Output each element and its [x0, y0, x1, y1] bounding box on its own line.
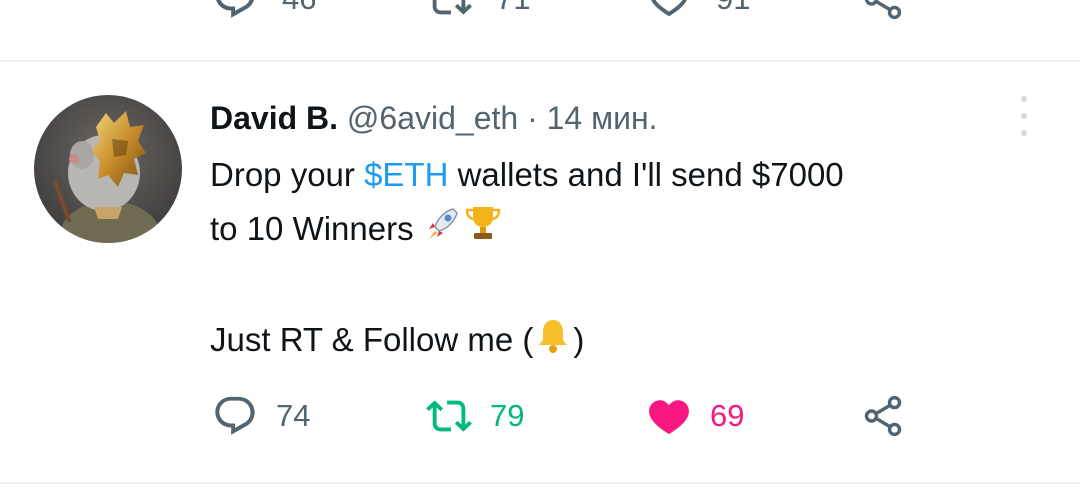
- rocket-emoji: [423, 203, 463, 259]
- retweet-count: 79: [490, 398, 525, 433]
- header-separator: ·: [527, 100, 538, 136]
- tweet-actions: 74 79 69: [0, 390, 1080, 442]
- retweet-button[interactable]: 79: [426, 390, 524, 442]
- previous-reply-button[interactable]: 46: [212, 0, 316, 28]
- tweet-line-1: Drop your $ETH wallets and I'll send $70…: [210, 148, 1030, 202]
- divider: [0, 482, 1080, 484]
- reply-count: 74: [276, 398, 311, 433]
- previous-share-button[interactable]: [860, 0, 906, 28]
- share-button[interactable]: [860, 390, 906, 442]
- author-name[interactable]: David B.: [210, 100, 338, 136]
- retweet-icon: [426, 400, 472, 432]
- divider: [0, 60, 1080, 62]
- bell-emoji: [533, 315, 573, 371]
- text-segment: wallets and I'll send $7000: [448, 156, 844, 193]
- more-dot: [1021, 130, 1027, 136]
- cashtag-link[interactable]: $ETH: [364, 156, 448, 193]
- share-icon: [864, 395, 902, 437]
- tweet-line-3: Just RT & Follow me (): [210, 313, 1030, 370]
- previous-tweet-actions: 46 71 91: [0, 0, 1080, 28]
- more-dot: [1021, 113, 1027, 119]
- avatar-image: [34, 95, 182, 243]
- text-segment: Drop your: [210, 156, 365, 193]
- like-count: 69: [710, 398, 745, 433]
- text-segment: to 10 Winners: [210, 210, 423, 247]
- avatar[interactable]: [34, 95, 182, 243]
- previous-retweet-count: 71: [496, 0, 530, 17]
- reply-button[interactable]: 74: [212, 390, 310, 442]
- previous-retweet-button[interactable]: 71: [426, 0, 530, 28]
- share-icon: [864, 0, 902, 20]
- text-segment: ): [573, 321, 585, 359]
- reply-icon: [216, 0, 254, 18]
- trophy-emoji: [463, 203, 503, 259]
- like-button[interactable]: 69: [646, 390, 744, 442]
- retweet-icon: [432, 0, 472, 15]
- like-icon: [649, 400, 689, 435]
- author-handle[interactable]: @6avid_eth: [347, 100, 518, 136]
- like-icon: [651, 0, 687, 17]
- timeline: 46 71 91: [0, 0, 1080, 500]
- tweet-header: David B. @6avid_eth · 14 мин.: [210, 96, 658, 140]
- previous-like-count: 91: [716, 0, 750, 17]
- text-segment: Just RT & Follow me (: [210, 321, 534, 359]
- more-icon[interactable]: [1012, 96, 1036, 136]
- more-dot: [1021, 96, 1027, 102]
- previous-reply-count: 46: [282, 0, 316, 17]
- reply-icon: [215, 396, 255, 435]
- tweet-text: Drop your $ETH wallets and I'll send $70…: [210, 148, 1030, 371]
- tweet-timestamp[interactable]: 14 мин.: [547, 100, 658, 136]
- tweet-line-2: to 10 Winners: [210, 202, 1030, 259]
- previous-like-button[interactable]: 91: [646, 0, 750, 28]
